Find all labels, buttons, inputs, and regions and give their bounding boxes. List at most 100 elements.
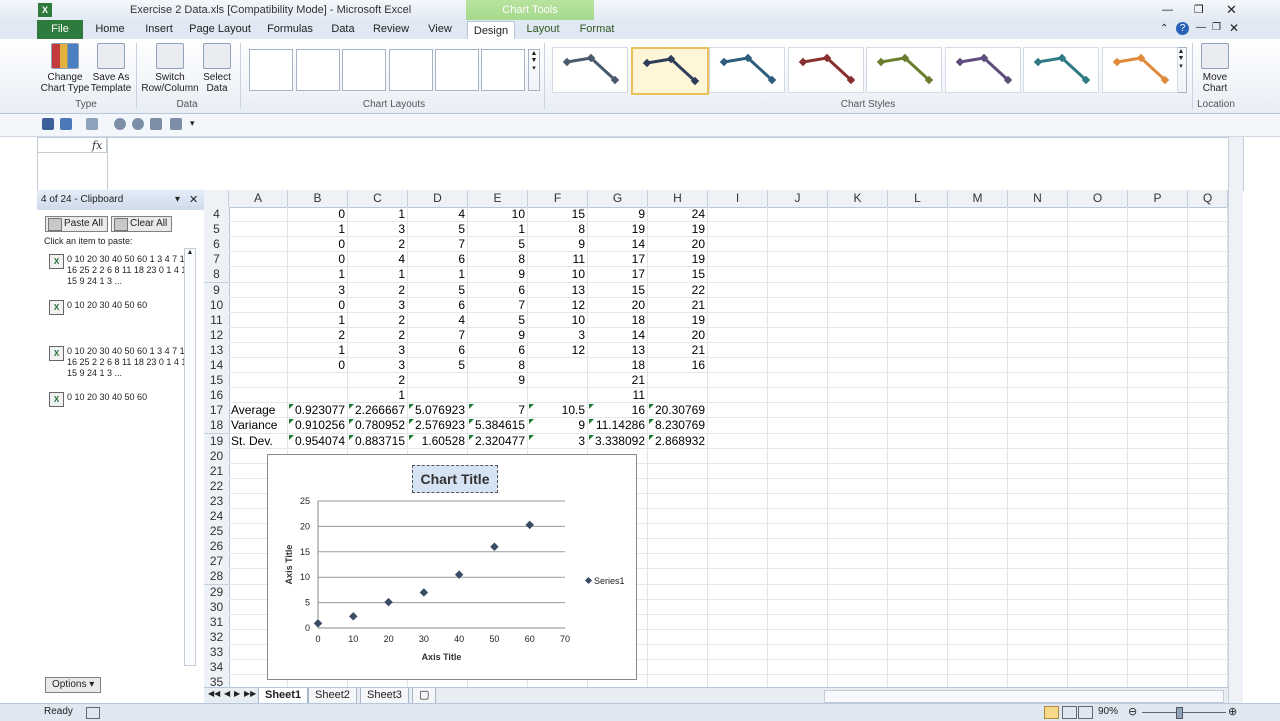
chart-style-5[interactable] [866,47,942,93]
grid-cell[interactable]: 6 [468,343,525,358]
chart-layout-6[interactable] [481,49,525,91]
column-header[interactable]: A [229,190,288,207]
sheet-tab-sheet3[interactable]: Sheet3 [360,688,409,704]
grid-cell[interactable]: 10 [528,313,585,328]
grid-cell[interactable]: 5 [408,283,465,298]
tab-layout[interactable]: Layout [520,20,566,39]
grid-cell[interactable]: 20.30769 [648,403,705,418]
grid-cell[interactable]: 2 [348,328,405,343]
zoom-slider[interactable] [1142,712,1226,713]
row-header[interactable]: 6 [204,237,230,254]
grid-cell[interactable]: 19 [648,252,705,267]
row-header[interactable]: 5 [204,222,230,239]
chart-layout-3[interactable] [342,49,386,91]
sheet-nav-first-icon[interactable]: ◀◀ [208,689,220,698]
grid-cell[interactable]: 14 [588,237,645,252]
row-header[interactable]: 29 [204,584,230,601]
grid-cell[interactable]: Variance [231,418,286,433]
column-header[interactable]: K [828,190,888,207]
grid-cell[interactable]: 1 [348,207,405,222]
grid-cell[interactable]: 9 [588,207,645,222]
horizontal-scrollbar[interactable] [824,690,1224,703]
zoom-slider-thumb[interactable] [1176,707,1183,719]
sheet-tab-sheet2[interactable]: Sheet2 [308,688,357,704]
zoom-level[interactable]: 90% [1098,706,1118,717]
grid-cell[interactable]: 2 [348,313,405,328]
row-header[interactable]: 7 [204,252,230,269]
grid-cell[interactable]: 19 [588,222,645,237]
row-header[interactable]: 10 [204,297,230,314]
column-header[interactable]: F [528,190,588,207]
tab-formulas[interactable]: Formulas [262,20,318,39]
row-header[interactable]: 28 [204,569,230,586]
grid-cell[interactable]: 0.923077 [288,403,345,418]
grid-cell[interactable]: 3 [528,328,585,343]
grid-cell[interactable]: 3 [348,222,405,237]
grid-cell[interactable]: 11 [588,388,645,403]
grid-cell[interactable]: 0 [288,207,345,222]
grid-cell[interactable]: 0 [288,237,345,252]
row-header[interactable]: 30 [204,599,230,616]
column-header[interactable]: L [888,190,948,207]
embedded-chart[interactable]: Chart Title 0 5 10 15 20 25 0 10 20 30 40 50 60 70 Axi… [267,454,637,680]
save-as-template-button[interactable]: Save As Template [90,43,132,94]
grid-cell[interactable]: 15 [588,283,645,298]
row-header[interactable]: 17 [204,403,230,420]
select-data-button[interactable]: Select Data [202,43,232,94]
formula-input[interactable] [107,138,1244,190]
grid-cell[interactable]: 10 [528,267,585,282]
row-header[interactable]: 35 [204,675,230,687]
change-chart-type-button[interactable]: Change Chart Type [40,43,90,94]
tab-review[interactable]: Review [367,20,415,39]
grid-cell[interactable]: 1 [288,222,345,237]
clear-all-button[interactable]: Clear All [111,216,173,232]
grid-cell[interactable]: 10 [468,207,525,222]
grid-cell[interactable]: 3 [348,298,405,313]
row-header[interactable]: 34 [204,660,230,676]
grid-cell[interactable]: 17 [588,267,645,282]
grid-cell[interactable]: 11 [528,252,585,267]
grid-cell[interactable]: 0.780952 [348,418,405,433]
chart-layout-1[interactable] [249,49,293,91]
column-header[interactable]: G [588,190,648,207]
grid-cell[interactable]: 1 [288,343,345,358]
grid-cell[interactable]: 2 [288,328,345,343]
grid-cell[interactable]: 5.384615 [468,418,525,433]
grid-cell[interactable]: 21 [648,298,705,313]
grid-cell[interactable]: 15 [528,207,585,222]
grid-cell[interactable]: 3 [528,434,585,449]
row-header[interactable]: 4 [204,207,230,223]
row-header[interactable]: 8 [204,267,230,284]
row-header[interactable]: 14 [204,358,230,374]
grid-cell[interactable]: 11.14286 [588,418,645,433]
column-header[interactable]: Q [1188,190,1228,207]
excel-app-icon[interactable]: X [38,3,52,17]
grid-cell[interactable]: 3 [348,343,405,358]
column-header[interactable]: C [348,190,408,207]
grid-cell[interactable]: Average [231,403,286,418]
switch-row-column-button[interactable]: Switch Row/Column [140,43,200,94]
tab-format[interactable]: Format [572,20,622,39]
grid-cell[interactable]: 24 [648,207,705,222]
grid-cell[interactable]: 9 [528,237,585,252]
chart-style-3[interactable] [709,47,785,93]
grid-cell[interactable]: 2 [348,373,405,388]
grid-cell[interactable]: 5 [468,237,525,252]
grid-cell[interactable]: 4 [408,207,465,222]
grid-cell[interactable]: 1 [348,388,405,403]
chart-layout-2[interactable] [296,49,340,91]
sheet-tab-sheet1[interactable]: Sheet1 [258,688,309,704]
page-break-view-icon[interactable] [1078,706,1093,719]
grid-cell[interactable]: 20 [648,328,705,343]
grid-cell[interactable]: 9 [528,418,585,433]
column-header[interactable]: N [1008,190,1068,207]
grid-cell[interactable]: 1 [288,313,345,328]
row-header[interactable]: 22 [204,478,230,495]
grid-cell[interactable]: 16 [648,358,705,373]
grid-cell[interactable]: 20 [588,298,645,313]
column-header[interactable]: I [708,190,768,207]
grid-cell[interactable]: 8 [528,222,585,237]
column-header[interactable]: H [648,190,708,207]
grid-cell[interactable]: 2.868932 [648,434,705,449]
grid-cell[interactable]: 9 [468,328,525,343]
